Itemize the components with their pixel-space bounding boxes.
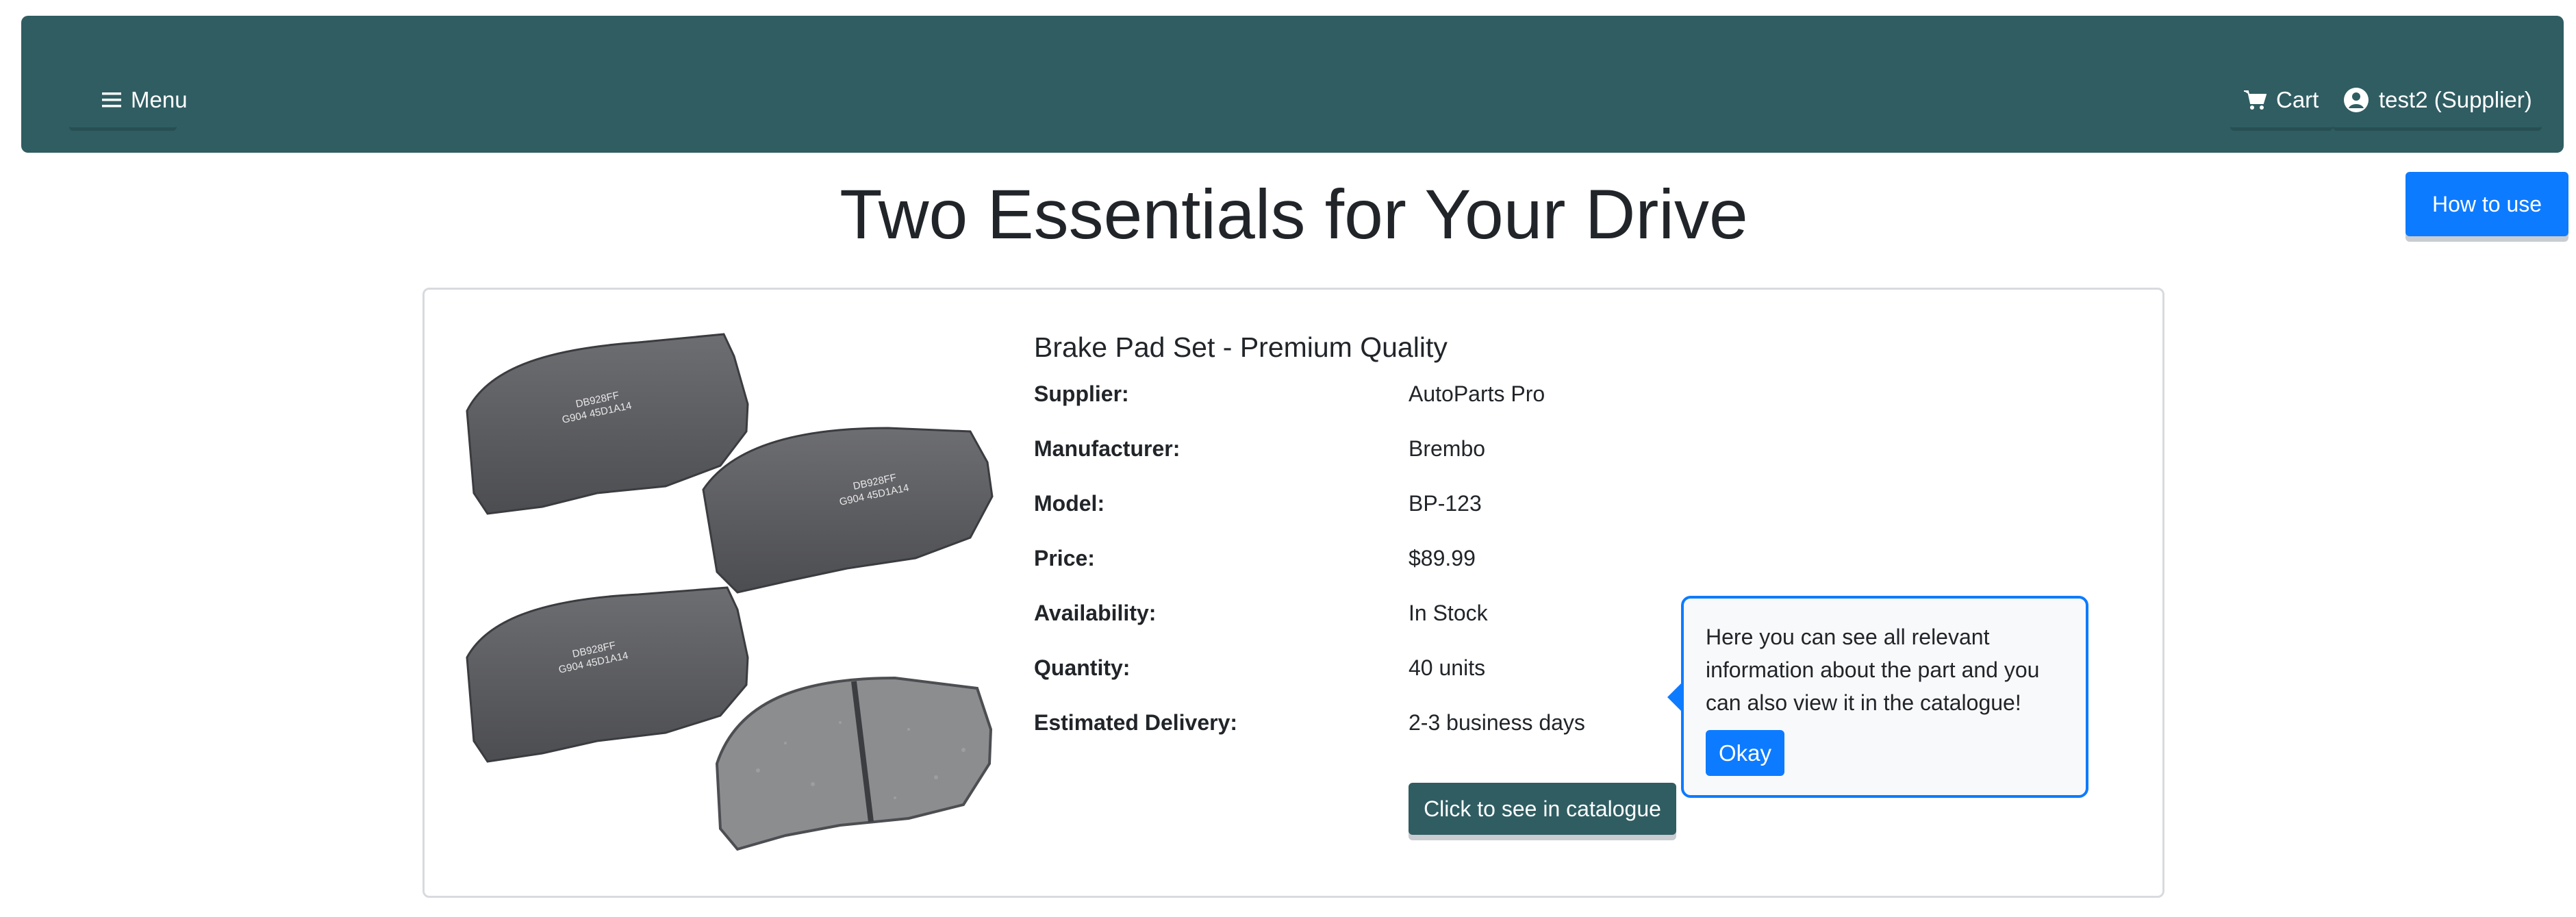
manufacturer-value: Brembo xyxy=(1409,436,1486,461)
menu-button[interactable]: Menu xyxy=(69,72,188,131)
brake-pad-shape: DB928FF G904 45D1A14 xyxy=(702,427,994,594)
supplier-label: Supplier: xyxy=(1034,381,1129,406)
cart-icon xyxy=(2243,89,2266,111)
part-title: Brake Pad Set - Premium Quality xyxy=(1034,331,1448,363)
tooltip-arrow xyxy=(1667,682,1682,712)
user-label: test2 (Supplier) xyxy=(2379,86,2532,112)
menu-label: Menu xyxy=(131,86,188,112)
availability-value: In Stock xyxy=(1409,601,1488,625)
product-card: DB928FF G904 45D1A14 DB928FF G904 45D1A1… xyxy=(422,288,2164,898)
supplier-value: AutoParts Pro xyxy=(1409,381,1545,406)
brake-pad-shape: DB928FF G904 45D1A14 xyxy=(466,586,749,763)
user-account-button[interactable]: test2 (Supplier) xyxy=(2333,72,2542,131)
model-label: Model: xyxy=(1034,491,1105,516)
cart-button[interactable]: Cart xyxy=(2230,72,2333,131)
tooltip-text: Here you can see all relevant informatio… xyxy=(1706,625,2040,715)
availability-label: Availability: xyxy=(1034,601,1157,625)
see-in-catalogue-button[interactable]: Click to see in catalogue xyxy=(1409,783,1676,835)
brake-pad-image: DB928FF G904 45D1A14 DB928FF G904 45D1A1… xyxy=(457,312,1020,854)
quantity-value: 40 units xyxy=(1409,655,1486,680)
delivery-label: Estimated Delivery: xyxy=(1034,710,1238,735)
model-value: BP-123 xyxy=(1409,491,1482,516)
guide-tooltip: Here you can see all relevant informatio… xyxy=(1667,596,2088,798)
manufacturer-label: Manufacturer: xyxy=(1034,436,1180,461)
okay-button[interactable]: Okay xyxy=(1706,730,1784,776)
page-title: Two Essentials for Your Drive xyxy=(839,175,1748,253)
delivery-value: 2-3 business days xyxy=(1409,710,1585,735)
top-navbar: Menu Cart test2 (Supplier) xyxy=(21,16,2564,153)
brake-pad-friction-shape xyxy=(715,676,993,851)
price-label: Price: xyxy=(1034,546,1095,570)
user-circle-icon xyxy=(2343,87,2369,113)
cart-label: Cart xyxy=(2276,86,2319,112)
price-value: $89.99 xyxy=(1409,546,1476,570)
quantity-label: Quantity: xyxy=(1034,655,1131,680)
hamburger-icon xyxy=(102,91,121,109)
